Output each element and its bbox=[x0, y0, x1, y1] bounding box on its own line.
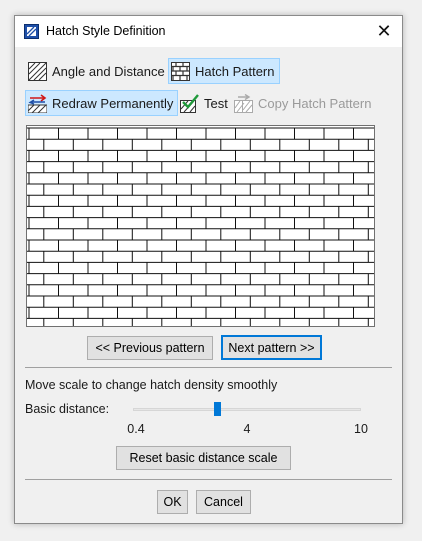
separator bbox=[25, 479, 392, 480]
hatch-pattern-button[interactable]: Hatch Pattern bbox=[168, 58, 280, 84]
copy-hatch-pattern-label: Copy Hatch Pattern bbox=[258, 95, 372, 111]
density-hint: Move scale to change hatch density smoot… bbox=[25, 378, 278, 392]
test-check-icon bbox=[180, 93, 199, 113]
brick-hatch-preview bbox=[27, 127, 374, 326]
copy-pattern-icon bbox=[234, 93, 253, 113]
test-button[interactable]: Test bbox=[177, 90, 233, 116]
separator bbox=[25, 367, 392, 368]
basic-distance-label: Basic distance: bbox=[25, 402, 110, 416]
reset-basic-distance-button[interactable]: Reset basic distance scale bbox=[116, 446, 291, 470]
ok-label: OK bbox=[163, 495, 182, 509]
close-button[interactable]: ✕ bbox=[366, 16, 402, 47]
hatch-preview bbox=[26, 125, 375, 327]
redraw-permanently-label: Redraw Permanently bbox=[52, 95, 174, 111]
tick-label-mid: 4 bbox=[243, 422, 251, 436]
basic-distance-slider-track[interactable] bbox=[133, 408, 361, 411]
close-icon: ✕ bbox=[376, 21, 392, 41]
cancel-button[interactable]: Cancel bbox=[196, 490, 251, 514]
next-pattern-button[interactable]: Next pattern >> bbox=[221, 335, 322, 360]
next-pattern-label: Next pattern >> bbox=[228, 340, 315, 355]
window-title: Hatch Style Definition bbox=[46, 24, 166, 38]
angle-and-distance-button[interactable]: Angle and Distance bbox=[25, 58, 170, 84]
angle-and-distance-label: Angle and Distance bbox=[52, 63, 165, 79]
basic-distance-slider-thumb[interactable] bbox=[213, 402, 221, 416]
previous-pattern-label: << Previous pattern bbox=[95, 341, 205, 355]
reset-basic-distance-label: Reset basic distance scale bbox=[129, 451, 278, 465]
test-label: Test bbox=[204, 95, 228, 111]
brick-lines bbox=[27, 127, 374, 326]
previous-pattern-button[interactable]: << Previous pattern bbox=[87, 336, 213, 360]
app-icon bbox=[24, 24, 39, 39]
tick-label-max: 10 bbox=[354, 422, 368, 436]
brick-pattern-icon bbox=[171, 61, 190, 81]
diagonal-hatch-icon bbox=[28, 61, 47, 81]
cancel-label: Cancel bbox=[204, 495, 243, 509]
tick-label-min: 0.4 bbox=[127, 422, 145, 436]
hatch-pattern-label: Hatch Pattern bbox=[195, 63, 275, 79]
redraw-permanently-button[interactable]: Redraw Permanently bbox=[25, 90, 179, 116]
hatch-style-dialog: Hatch Style Definition ✕ Angle and Dista… bbox=[14, 15, 403, 524]
copy-hatch-pattern-button[interactable]: Copy Hatch Pattern bbox=[231, 90, 376, 116]
ok-button[interactable]: OK bbox=[157, 490, 188, 514]
redraw-arrows-icon bbox=[28, 93, 47, 113]
title-bar: Hatch Style Definition ✕ bbox=[15, 16, 402, 47]
